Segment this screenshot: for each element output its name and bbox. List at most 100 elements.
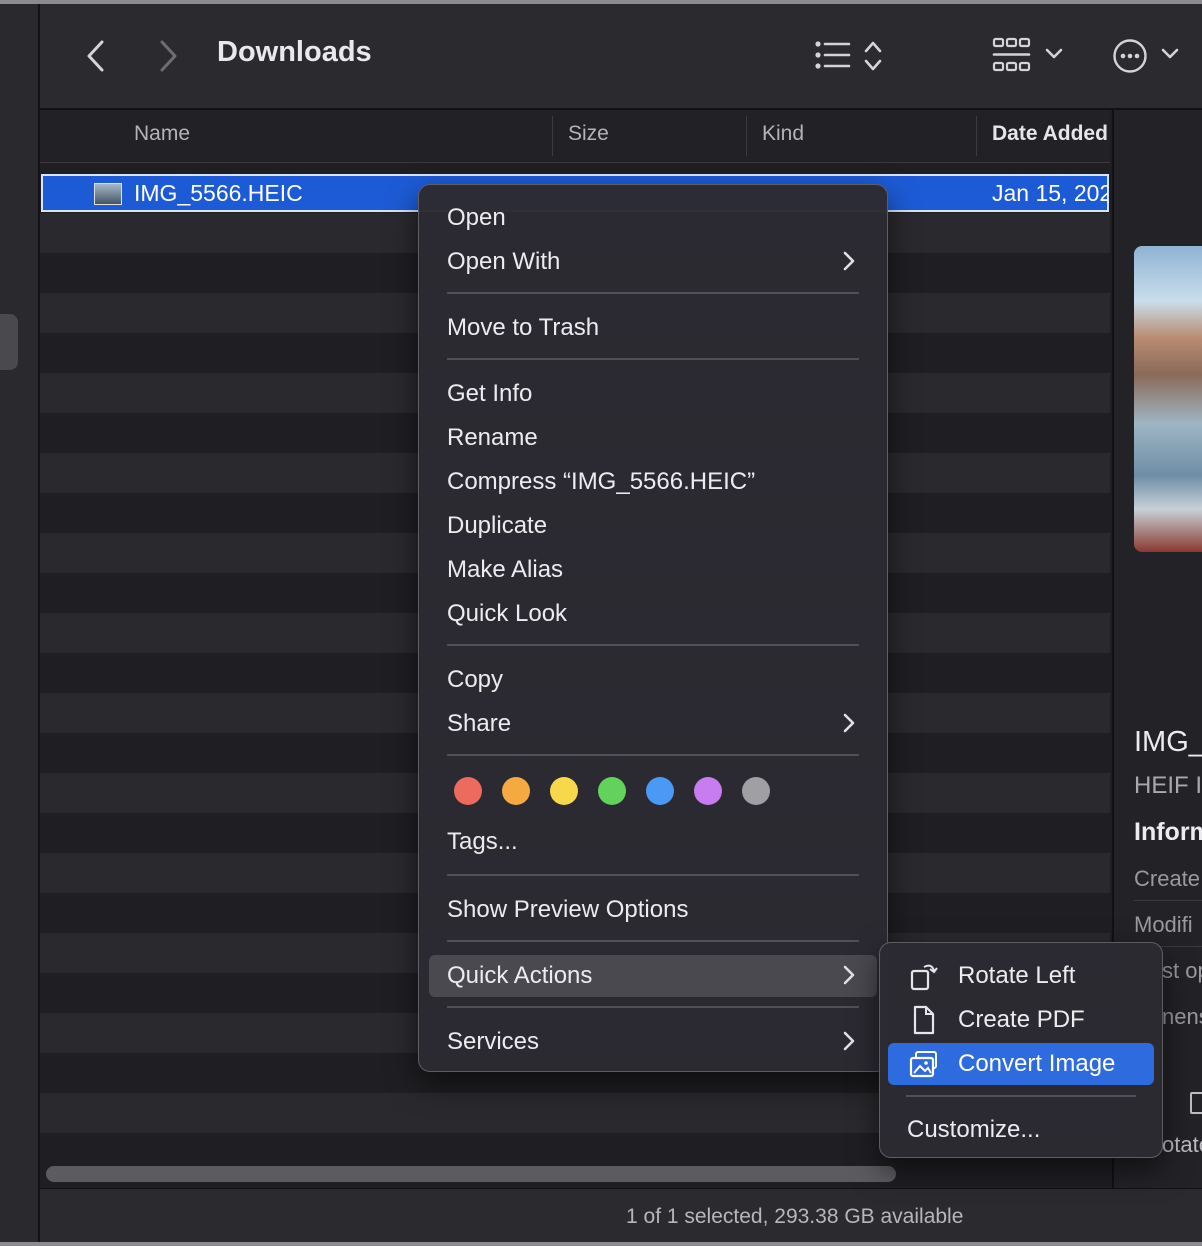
menu-item-label: Compress “IMG_5566.HEIC” bbox=[447, 468, 756, 495]
menu-item-label: Duplicate bbox=[447, 512, 548, 539]
window-bottom-edge bbox=[0, 1242, 1202, 1246]
chevron-right-icon[interactable] bbox=[156, 38, 180, 74]
menu-item-duplicate[interactable]: Duplicate bbox=[429, 505, 877, 545]
photos-icon bbox=[909, 1051, 937, 1078]
image-file-icon bbox=[94, 183, 122, 205]
submenu-item-label: Create PDF bbox=[958, 1006, 1085, 1033]
context-menu: Open Open With Move to Trash Get Info Re… bbox=[418, 184, 888, 1072]
preview-title: IMG_ bbox=[1134, 726, 1202, 758]
preview-rotate-label[interactable]: otate bbox=[1162, 1132, 1202, 1158]
menu-separator bbox=[447, 940, 859, 942]
tag-gray-dot[interactable] bbox=[742, 777, 770, 805]
menu-item-label: Share bbox=[447, 710, 512, 737]
menu-item-label: Quick Actions bbox=[447, 962, 593, 989]
document-icon bbox=[913, 1005, 935, 1035]
submenu-item-rotate-left[interactable]: Rotate Left bbox=[888, 955, 1154, 997]
status-text: 1 of 1 selected, 293.38 GB available bbox=[626, 1205, 964, 1228]
submenu-item-label: Customize... bbox=[907, 1116, 1041, 1143]
menu-item-move-to-trash[interactable]: Move to Trash bbox=[429, 307, 877, 347]
menu-item-label: Copy bbox=[447, 666, 504, 693]
submenu-item-label: Convert Image bbox=[958, 1050, 1116, 1077]
quick-actions-submenu: Rotate Left Create PDF Convert Image Cus… bbox=[879, 942, 1163, 1158]
menu-separator bbox=[447, 1006, 859, 1008]
menu-item-services[interactable]: Services bbox=[429, 1021, 877, 1061]
grid-view-icon[interactable] bbox=[992, 36, 1032, 74]
rotate-left-icon bbox=[910, 964, 938, 991]
menu-item-label: Quick Look bbox=[447, 600, 568, 627]
menu-item-share[interactable]: Share bbox=[429, 703, 877, 743]
preview-field: st op bbox=[1162, 958, 1202, 983]
menu-item-label: Open With bbox=[447, 248, 561, 275]
chevron-right-icon bbox=[843, 251, 855, 271]
menu-item-open[interactable]: Open bbox=[429, 197, 877, 237]
submenu-item-create-pdf[interactable]: Create PDF bbox=[888, 999, 1154, 1041]
menu-item-make-alias[interactable]: Make Alias bbox=[429, 549, 877, 589]
tag-orange-dot[interactable] bbox=[502, 777, 530, 805]
menu-separator bbox=[447, 644, 859, 646]
horizontal-scrollbar-thumb[interactable] bbox=[46, 1166, 896, 1182]
sidebar bbox=[0, 4, 40, 1246]
chevron-down-icon[interactable] bbox=[1160, 46, 1180, 62]
menu-item-label: Services bbox=[447, 1028, 540, 1055]
status-bar: 1 of 1 selected, 293.38 GB available bbox=[40, 1188, 1202, 1243]
chevron-down-icon[interactable] bbox=[1044, 46, 1064, 62]
menu-separator bbox=[447, 292, 859, 294]
menu-item-label: Show Preview Options bbox=[447, 896, 689, 923]
menu-item-label: Rename bbox=[447, 424, 538, 451]
menu-item-show-preview-options[interactable]: Show Preview Options bbox=[429, 889, 877, 929]
preview-kind: HEIF I bbox=[1134, 772, 1202, 799]
menu-item-compress[interactable]: Compress “IMG_5566.HEIC” bbox=[429, 461, 877, 501]
menu-item-open-with[interactable]: Open With bbox=[429, 241, 877, 281]
column-header-kind[interactable]: Kind bbox=[762, 122, 804, 146]
column-header-name[interactable]: Name bbox=[134, 122, 190, 146]
menu-separator bbox=[447, 358, 859, 360]
column-header-size[interactable]: Size bbox=[568, 122, 609, 146]
menu-item-label: Open bbox=[447, 204, 506, 231]
menu-item-label: Move to Trash bbox=[447, 314, 600, 341]
column-header-date-added[interactable]: Date Added bbox=[992, 122, 1110, 146]
preview-image bbox=[1134, 246, 1202, 552]
file-name: IMG_5566.HEIC bbox=[134, 180, 303, 206]
menu-item-label: Tags... bbox=[447, 828, 518, 855]
menu-separator bbox=[906, 1095, 1136, 1097]
menu-item-rename[interactable]: Rename bbox=[429, 417, 877, 457]
more-circle-icon[interactable] bbox=[1112, 38, 1148, 74]
chevron-right-icon bbox=[843, 713, 855, 733]
preview-field: Modifi bbox=[1134, 912, 1193, 937]
menu-item-quick-actions[interactable]: Quick Actions bbox=[429, 955, 877, 997]
preview-field: Create bbox=[1134, 866, 1201, 891]
menu-separator bbox=[447, 874, 859, 876]
menu-item-label: Make Alias bbox=[447, 556, 564, 583]
column-divider[interactable] bbox=[746, 116, 747, 156]
preview-information-heading: Inform bbox=[1134, 818, 1202, 846]
tag-green-dot[interactable] bbox=[598, 777, 626, 805]
rotate-icon[interactable] bbox=[1190, 1092, 1202, 1114]
tag-purple-dot[interactable] bbox=[694, 777, 722, 805]
sidebar-scroll-knob[interactable] bbox=[0, 314, 18, 370]
menu-separator bbox=[447, 754, 859, 756]
submenu-item-label: Rotate Left bbox=[958, 962, 1076, 989]
menu-item-quick-look[interactable]: Quick Look bbox=[429, 593, 877, 633]
preview-field: nens bbox=[1162, 1004, 1202, 1029]
menu-item-copy[interactable]: Copy bbox=[429, 659, 877, 699]
preview-divider bbox=[1134, 900, 1202, 901]
toolbar: Downloads bbox=[40, 4, 1202, 110]
page-title: Downloads bbox=[217, 36, 372, 68]
file-date-added: Jan 15, 2023 bbox=[992, 180, 1108, 206]
sort-updown-icon[interactable] bbox=[862, 38, 884, 74]
menu-item-get-info[interactable]: Get Info bbox=[429, 373, 877, 413]
tag-blue-dot[interactable] bbox=[646, 777, 674, 805]
tag-yellow-dot[interactable] bbox=[550, 777, 578, 805]
list-header: Name Size Kind Date Added bbox=[40, 110, 1110, 163]
submenu-item-customize[interactable]: Customize... bbox=[888, 1109, 1154, 1151]
chevron-right-icon bbox=[843, 965, 855, 985]
menu-item-tags[interactable]: Tags... bbox=[429, 821, 877, 861]
column-divider[interactable] bbox=[552, 116, 553, 156]
chevron-right-icon bbox=[843, 1031, 855, 1051]
submenu-item-convert-image[interactable]: Convert Image bbox=[888, 1043, 1154, 1085]
column-divider[interactable] bbox=[976, 116, 977, 156]
menu-item-label: Get Info bbox=[447, 380, 533, 407]
tag-red-dot[interactable] bbox=[454, 777, 482, 805]
list-view-icon[interactable] bbox=[814, 40, 852, 70]
chevron-left-icon[interactable] bbox=[84, 38, 108, 74]
